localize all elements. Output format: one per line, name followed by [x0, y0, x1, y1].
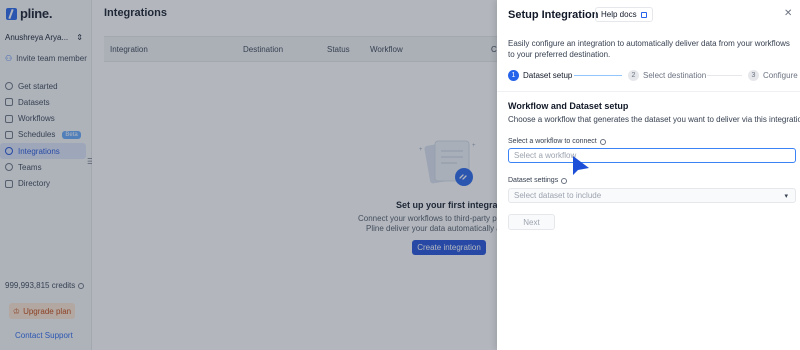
- drawer-title: Setup Integration: [508, 9, 599, 21]
- help-docs-button[interactable]: Help docs: [595, 7, 653, 22]
- setup-integration-drawer: Setup Integration Help docs ✕ Easily con…: [497, 0, 800, 350]
- help-docs-label: Help docs: [601, 10, 637, 19]
- dataset-field-label: Dataset settings: [508, 177, 568, 184]
- stepper: 1 Dataset setup 2 Select destination 3 C…: [508, 70, 798, 82]
- modal-backdrop[interactable]: [0, 0, 497, 350]
- section-title: Workflow and Dataset setup: [508, 101, 629, 111]
- step-label: Configure: [763, 71, 798, 80]
- step-number: 1: [508, 70, 519, 81]
- mouse-cursor-icon: [573, 156, 589, 175]
- info-icon[interactable]: [599, 138, 606, 145]
- divider: [497, 91, 800, 92]
- external-link-icon: [640, 11, 647, 18]
- info-icon[interactable]: [561, 177, 568, 184]
- next-button[interactable]: Next: [508, 214, 555, 230]
- workflow-field-label: Select a workflow to connect: [508, 138, 606, 145]
- section-description: Choose a workflow that generates the dat…: [508, 115, 800, 124]
- step-label: Dataset setup: [523, 71, 573, 80]
- step-configure[interactable]: 3 Configure: [748, 70, 798, 81]
- close-icon[interactable]: ✕: [784, 8, 792, 19]
- workflow-placeholder: Select a workflow: [514, 151, 577, 160]
- step-select-destination[interactable]: 2 Select destination: [628, 70, 706, 81]
- step-number: 3: [748, 70, 759, 81]
- workflow-select-input[interactable]: Select a workflow: [508, 148, 796, 163]
- chevron-down-icon: ▾: [784, 193, 788, 200]
- dataset-select-input[interactable]: Select dataset to include ▾: [508, 188, 796, 203]
- dataset-label-text: Dataset settings: [508, 177, 559, 184]
- workflow-label-text: Select a workflow to connect: [508, 138, 597, 145]
- step-number: 2: [628, 70, 639, 81]
- step-connector: [707, 75, 742, 76]
- step-dataset-setup[interactable]: 1 Dataset setup: [508, 70, 572, 81]
- dataset-placeholder: Select dataset to include: [514, 191, 602, 200]
- step-connector: [574, 75, 622, 76]
- step-label: Select destination: [643, 71, 707, 80]
- drawer-description: Easily configure an integration to autom…: [508, 39, 790, 59]
